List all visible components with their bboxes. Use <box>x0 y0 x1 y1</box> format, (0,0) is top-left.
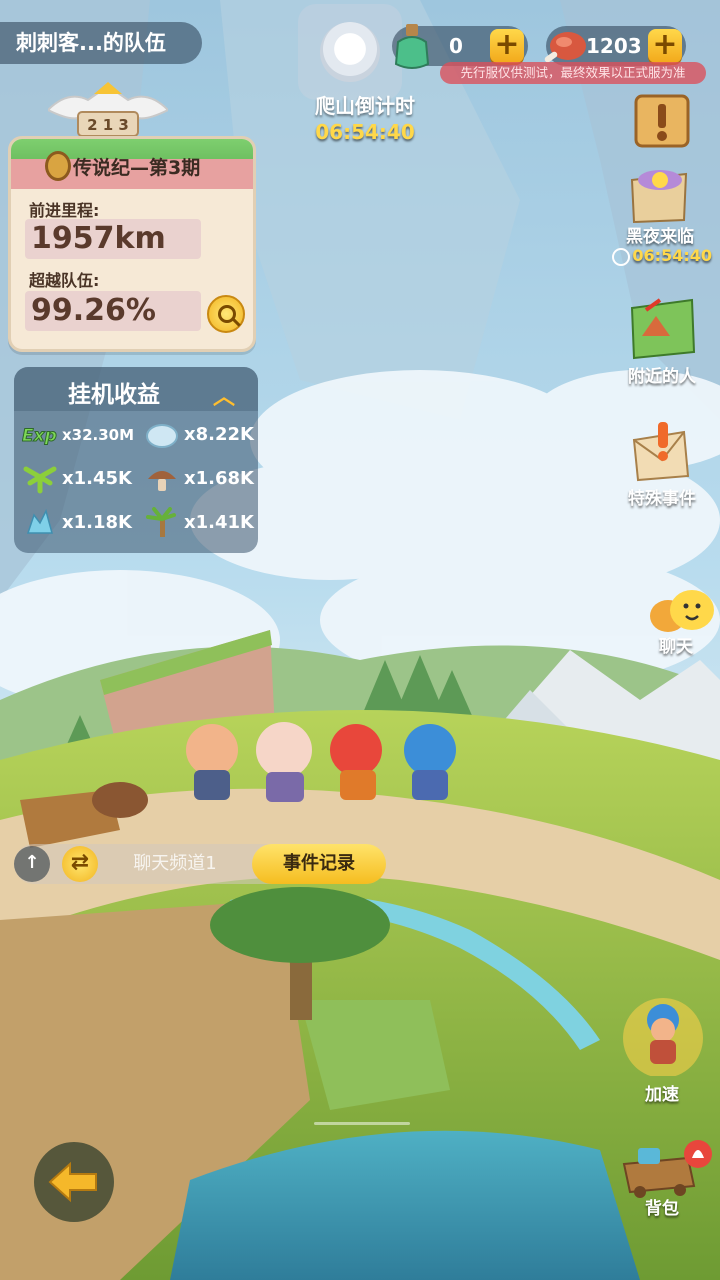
team-name-label[interactable]: 刺刺客...的队伍 <box>0 22 202 64</box>
leaf-icon <box>23 466 57 494</box>
chevron-up-icon[interactable]: ︿ <box>210 379 238 410</box>
letter-alert-icon <box>632 422 690 482</box>
idle-item-value: x1.41K <box>184 512 254 533</box>
meat-resource: 1203 + <box>544 26 686 66</box>
add-potion-button[interactable]: + <box>490 29 524 63</box>
meat-count: 1203 <box>586 34 642 58</box>
chat-emoji-icon <box>650 590 714 632</box>
legend-title: 传说纪—第3期 <box>73 157 201 179</box>
climb-countdown-time: 06:54:40 <box>315 120 415 144</box>
speed-up-button[interactable]: 加速 <box>610 990 714 1106</box>
stone-icon <box>146 424 178 448</box>
mushroom-icon <box>148 471 176 491</box>
climb-countdown-label: 爬山倒计时 <box>315 94 415 118</box>
rank-crown-icon: 2 1 3 <box>48 82 168 137</box>
back-button[interactable] <box>34 1142 114 1222</box>
potion-icon <box>394 24 430 69</box>
night-falls-label: 黑夜来临 <box>626 227 694 247</box>
cart-bag-icon <box>622 1140 712 1198</box>
idle-item-exp: Exp x32.30M <box>22 417 142 453</box>
potion-resource: 0 + <box>392 24 528 69</box>
switch-channel-button[interactable]: ⇄ <box>62 846 98 882</box>
special-event-label: 特殊事件 <box>628 489 696 509</box>
crystal-icon <box>26 508 53 534</box>
idle-item-palm: x1.41K <box>144 505 264 541</box>
idle-item-value: x1.18K <box>62 512 132 533</box>
distance-value: 1957km <box>31 221 166 256</box>
surpass-value: 99.26% <box>31 293 156 328</box>
potion-count: 0 <box>449 34 463 58</box>
svg-text:Exp: Exp <box>22 426 57 446</box>
night-falls-time: 06:54:40 <box>632 246 712 265</box>
surpass-label: 超越队伍: <box>29 271 100 290</box>
chat-channel-name[interactable]: 聊天频道1 <box>110 846 240 882</box>
special-event-button[interactable]: 特殊事件 <box>614 418 710 512</box>
arrow-left-icon <box>48 1161 97 1203</box>
exp-icon: Exp <box>22 426 57 447</box>
search-icon[interactable] <box>207 295 245 333</box>
idle-item-stone: x8.22K <box>144 417 264 453</box>
expand-chat-button[interactable]: ↑ <box>14 846 50 882</box>
idle-item-leaf: x1.45K <box>22 461 142 497</box>
idle-item-value: x32.30M <box>62 426 135 444</box>
scroll-exclamation-icon <box>634 94 690 148</box>
idle-item-value: x1.68K <box>184 468 254 489</box>
distance-label: 前进里程: <box>29 201 100 220</box>
add-meat-button[interactable]: + <box>648 29 682 63</box>
test-server-notice: 先行服仅供测试，最终效果以正式服为准 <box>440 62 706 84</box>
idle-earnings-panel: 挂机收益 ︿ Exp x32.30M x8.22K x1.45K x1.68K … <box>14 367 258 553</box>
night-map-icon <box>630 170 688 224</box>
climb-orb-icon <box>320 22 380 82</box>
nearby-people-button[interactable]: 附近的人 <box>614 292 710 388</box>
climb-countdown-button[interactable] <box>298 4 402 100</box>
backpack-button[interactable]: 背包 <box>610 1134 714 1220</box>
palm-icon <box>146 507 176 537</box>
chat-label: 聊天 <box>659 637 693 657</box>
speed-hero-icon <box>623 998 703 1076</box>
legend-medal-icon <box>45 151 71 181</box>
nearby-people-label: 附近的人 <box>628 367 696 387</box>
idle-item-mushroom: x1.68K <box>144 461 264 497</box>
home-indicator <box>314 1122 410 1125</box>
idle-item-value: x8.22K <box>184 424 254 445</box>
announcement-button[interactable] <box>616 88 712 152</box>
speed-up-label: 加速 <box>645 1085 679 1105</box>
chat-button[interactable]: 聊天 <box>632 588 720 657</box>
legend-progress-card[interactable]: 传说纪—第3期 前进里程: 1957km 超越队伍: 99.26% <box>8 136 256 352</box>
rank-digits: 2 1 3 <box>87 116 129 134</box>
nearby-map-icon <box>630 298 696 360</box>
event-log-button[interactable]: 事件记录 <box>252 844 386 884</box>
idle-item-crystal: x1.18K <box>22 505 142 541</box>
backpack-label: 背包 <box>645 1199 679 1219</box>
idle-item-value: x1.45K <box>62 468 132 489</box>
idle-earnings-title: 挂机收益 <box>68 382 160 408</box>
